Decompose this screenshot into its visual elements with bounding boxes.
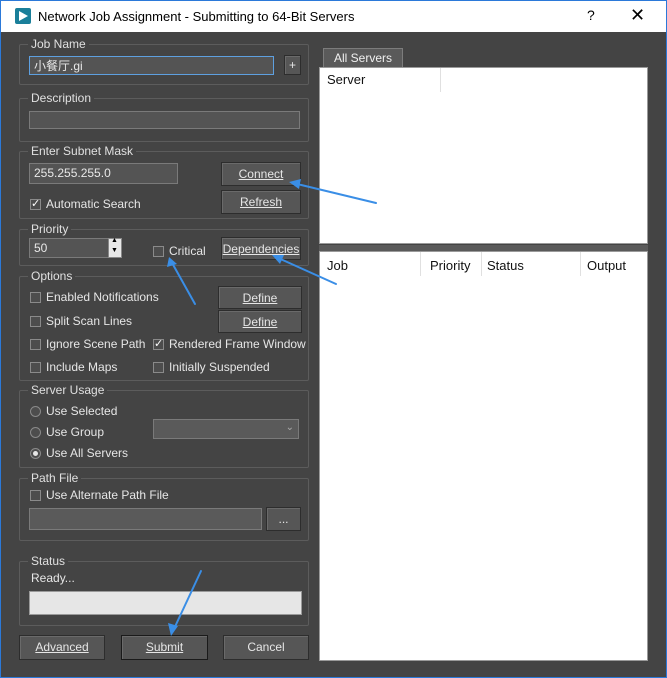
add-job-name-button[interactable]: + (284, 55, 301, 75)
refresh-button[interactable]: Refresh (221, 190, 301, 214)
tab-all-servers[interactable]: All Servers (323, 48, 403, 68)
description-label: Description (28, 91, 95, 105)
server-usage-label: Server Usage (28, 383, 108, 397)
close-icon[interactable]: ✕ (630, 5, 645, 26)
initially-suspended-check-icon (153, 362, 164, 373)
column-header-priority[interactable]: Priority (430, 258, 470, 273)
use-all-servers-radio-icon (30, 448, 41, 459)
group-dropdown[interactable]: ⌄ (153, 419, 299, 439)
job-name-label: Job Name (28, 37, 89, 51)
submit-button-label: Submit (145, 640, 184, 654)
critical-checkbox[interactable]: Critical (153, 244, 206, 258)
enabled-notifications-label: Enabled Notifications (46, 290, 159, 304)
window-title: Network Job Assignment - Submitting to 6… (38, 9, 355, 24)
rendered-frame-window-checkbox[interactable]: Rendered Frame Window (153, 337, 306, 351)
include-maps-checkbox[interactable]: Include Maps (30, 360, 117, 374)
split-scan-lines-check-icon (30, 316, 41, 327)
use-alternate-path-label: Use Alternate Path File (46, 488, 169, 502)
enabled-notifications-check-icon (30, 292, 41, 303)
status-text: Ready... (31, 571, 75, 585)
ignore-scene-path-label: Ignore Scene Path (46, 337, 146, 351)
jobs-list[interactable]: Job Priority Status Output (319, 251, 648, 661)
dependencies-button[interactable]: Dependencies (221, 237, 301, 260)
status-label: Status (28, 554, 69, 568)
critical-check-icon (153, 246, 164, 257)
dependencies-button-label: Dependencies (222, 242, 300, 256)
options-label: Options (28, 269, 76, 283)
description-input[interactable] (29, 111, 300, 129)
ignore-scene-path-check-icon (30, 339, 41, 350)
define-notifications-button[interactable]: Define (218, 286, 302, 309)
status-progress-bar (29, 591, 302, 615)
use-selected-radio-icon (30, 406, 41, 417)
use-group-radio-icon (30, 427, 41, 438)
network-job-dialog: Network Job Assignment - Submitting to 6… (0, 0, 667, 678)
initially-suspended-label: Initially Suspended (169, 360, 270, 374)
subnet-mask-input[interactable]: 255.255.255.0 (29, 163, 178, 184)
refresh-button-label: Refresh (239, 195, 283, 209)
automatic-search-label: Automatic Search (46, 197, 141, 211)
path-file-input[interactable] (29, 508, 262, 530)
cancel-button[interactable]: Cancel (223, 635, 309, 660)
use-group-radio[interactable]: Use Group (30, 425, 104, 439)
include-maps-label: Include Maps (46, 360, 118, 374)
servers-list[interactable]: Server (319, 67, 648, 244)
rendered-frame-window-label: Rendered Frame Window (169, 337, 306, 351)
connect-button[interactable]: Connect (221, 162, 301, 186)
path-file-label: Path File (28, 471, 82, 485)
critical-label: Critical (169, 244, 206, 258)
define-split-scan-button[interactable]: Define (218, 310, 302, 333)
rendered-frame-window-check-icon (153, 337, 164, 351)
column-header-output[interactable]: Output (587, 258, 626, 273)
browse-path-button[interactable]: ... (266, 507, 301, 531)
help-icon[interactable]: ? (587, 7, 595, 23)
title-bar: Network Job Assignment - Submitting to 6… (1, 1, 666, 32)
use-alternate-path-checkbox[interactable]: Use Alternate Path File (30, 488, 169, 502)
column-divider (580, 252, 581, 276)
use-selected-label: Use Selected (46, 404, 118, 418)
split-scan-lines-label: Split Scan Lines (46, 314, 133, 328)
use-all-servers-radio[interactable]: Use All Servers (30, 446, 128, 460)
ignore-scene-path-checkbox[interactable]: Ignore Scene Path (30, 337, 145, 351)
priority-spinner[interactable] (108, 237, 122, 258)
split-scan-lines-checkbox[interactable]: Split Scan Lines (30, 314, 132, 328)
use-selected-radio[interactable]: Use Selected (30, 404, 117, 418)
advanced-button[interactable]: Advanced (19, 635, 105, 660)
use-all-servers-label: Use All Servers (46, 446, 129, 460)
chevron-down-icon: ⌄ (285, 422, 294, 433)
priority-input[interactable]: 50 (29, 238, 109, 258)
job-name-input[interactable]: 小餐厅.gi (29, 56, 274, 75)
define-notifications-label: Define (242, 291, 278, 305)
use-alternate-path-check-icon (30, 490, 41, 501)
advanced-button-label: Advanced (35, 640, 89, 654)
column-header-server[interactable]: Server (327, 72, 365, 87)
3dsmax-app-icon (15, 8, 31, 24)
submit-button[interactable]: Submit (121, 635, 208, 660)
initially-suspended-checkbox[interactable]: Initially Suspended (153, 360, 270, 374)
define-split-scan-label: Define (242, 315, 278, 329)
use-group-label: Use Group (46, 425, 105, 439)
column-divider (440, 68, 441, 92)
column-header-status[interactable]: Status (487, 258, 524, 273)
enabled-notifications-checkbox[interactable]: Enabled Notifications (30, 290, 159, 304)
automatic-search-check-icon (30, 197, 41, 211)
column-header-job[interactable]: Job (327, 258, 348, 273)
column-divider (420, 252, 421, 276)
priority-label: Priority (28, 222, 72, 236)
column-divider (481, 252, 482, 276)
subnet-mask-label: Enter Subnet Mask (28, 144, 137, 158)
connect-button-label: Connect (238, 167, 284, 181)
include-maps-check-icon (30, 362, 41, 373)
automatic-search-checkbox[interactable]: Automatic Search (30, 197, 141, 211)
